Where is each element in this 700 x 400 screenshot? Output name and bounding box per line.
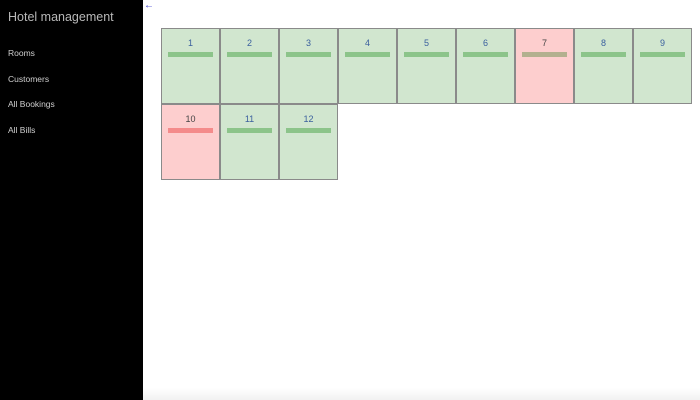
room-status-bar: [227, 128, 272, 133]
room-card[interactable]: 2: [220, 28, 279, 104]
room-number: 9: [659, 38, 665, 48]
room-card[interactable]: 10: [161, 104, 220, 180]
room-status-bar: [463, 52, 508, 57]
room-status-bar: [168, 128, 213, 133]
room-number: 3: [305, 38, 311, 48]
room-status-bar: [404, 52, 449, 57]
room-card[interactable]: 12: [279, 104, 338, 180]
arrow-left-icon: ←: [144, 0, 154, 11]
room-card[interactable]: 1: [161, 28, 220, 104]
room-number: 6: [482, 38, 488, 48]
room-status-bar: [286, 52, 331, 57]
room-number: 7: [541, 38, 547, 48]
room-number: 12: [303, 114, 314, 124]
room-status-bar: [345, 52, 390, 57]
room-number: 4: [364, 38, 370, 48]
room-status-bar: [168, 52, 213, 57]
room-number: 8: [600, 38, 606, 48]
app-root: Hotel management Rooms Customers All Boo…: [0, 0, 700, 400]
room-card[interactable]: 8: [574, 28, 633, 104]
nav-item-rooms[interactable]: Rooms: [8, 47, 55, 73]
room-card[interactable]: 5: [397, 28, 456, 104]
room-status-bar: [286, 128, 331, 133]
nav-item-all-bookings[interactable]: All Bookings: [8, 98, 55, 124]
room-status-bar: [581, 52, 626, 57]
room-card[interactable]: 11: [220, 104, 279, 180]
room-number: 5: [423, 38, 429, 48]
nav-item-all-bills[interactable]: All Bills: [8, 124, 55, 150]
back-button[interactable]: ←: [144, 1, 154, 11]
room-card[interactable]: 9: [633, 28, 692, 104]
room-number: 2: [246, 38, 252, 48]
room-card[interactable]: 3: [279, 28, 338, 104]
room-status-bar: [522, 52, 567, 57]
room-grid: 1 2 3 4 5 6 7 8 9 10 11 12: [161, 28, 692, 180]
room-card[interactable]: 4: [338, 28, 397, 104]
app-title: Hotel management: [8, 10, 114, 24]
room-number: 10: [185, 114, 196, 124]
sidebar-nav: Rooms Customers All Bookings All Bills: [8, 47, 55, 149]
room-number: 1: [187, 38, 193, 48]
room-card[interactable]: 7: [515, 28, 574, 104]
bottom-edge-fade: [143, 388, 700, 400]
room-status-bar: [227, 52, 272, 57]
room-status-bar: [640, 52, 685, 57]
room-card[interactable]: 6: [456, 28, 515, 104]
nav-item-customers[interactable]: Customers: [8, 73, 55, 99]
room-number: 11: [244, 114, 255, 124]
sidebar: Hotel management Rooms Customers All Boo…: [0, 0, 143, 400]
